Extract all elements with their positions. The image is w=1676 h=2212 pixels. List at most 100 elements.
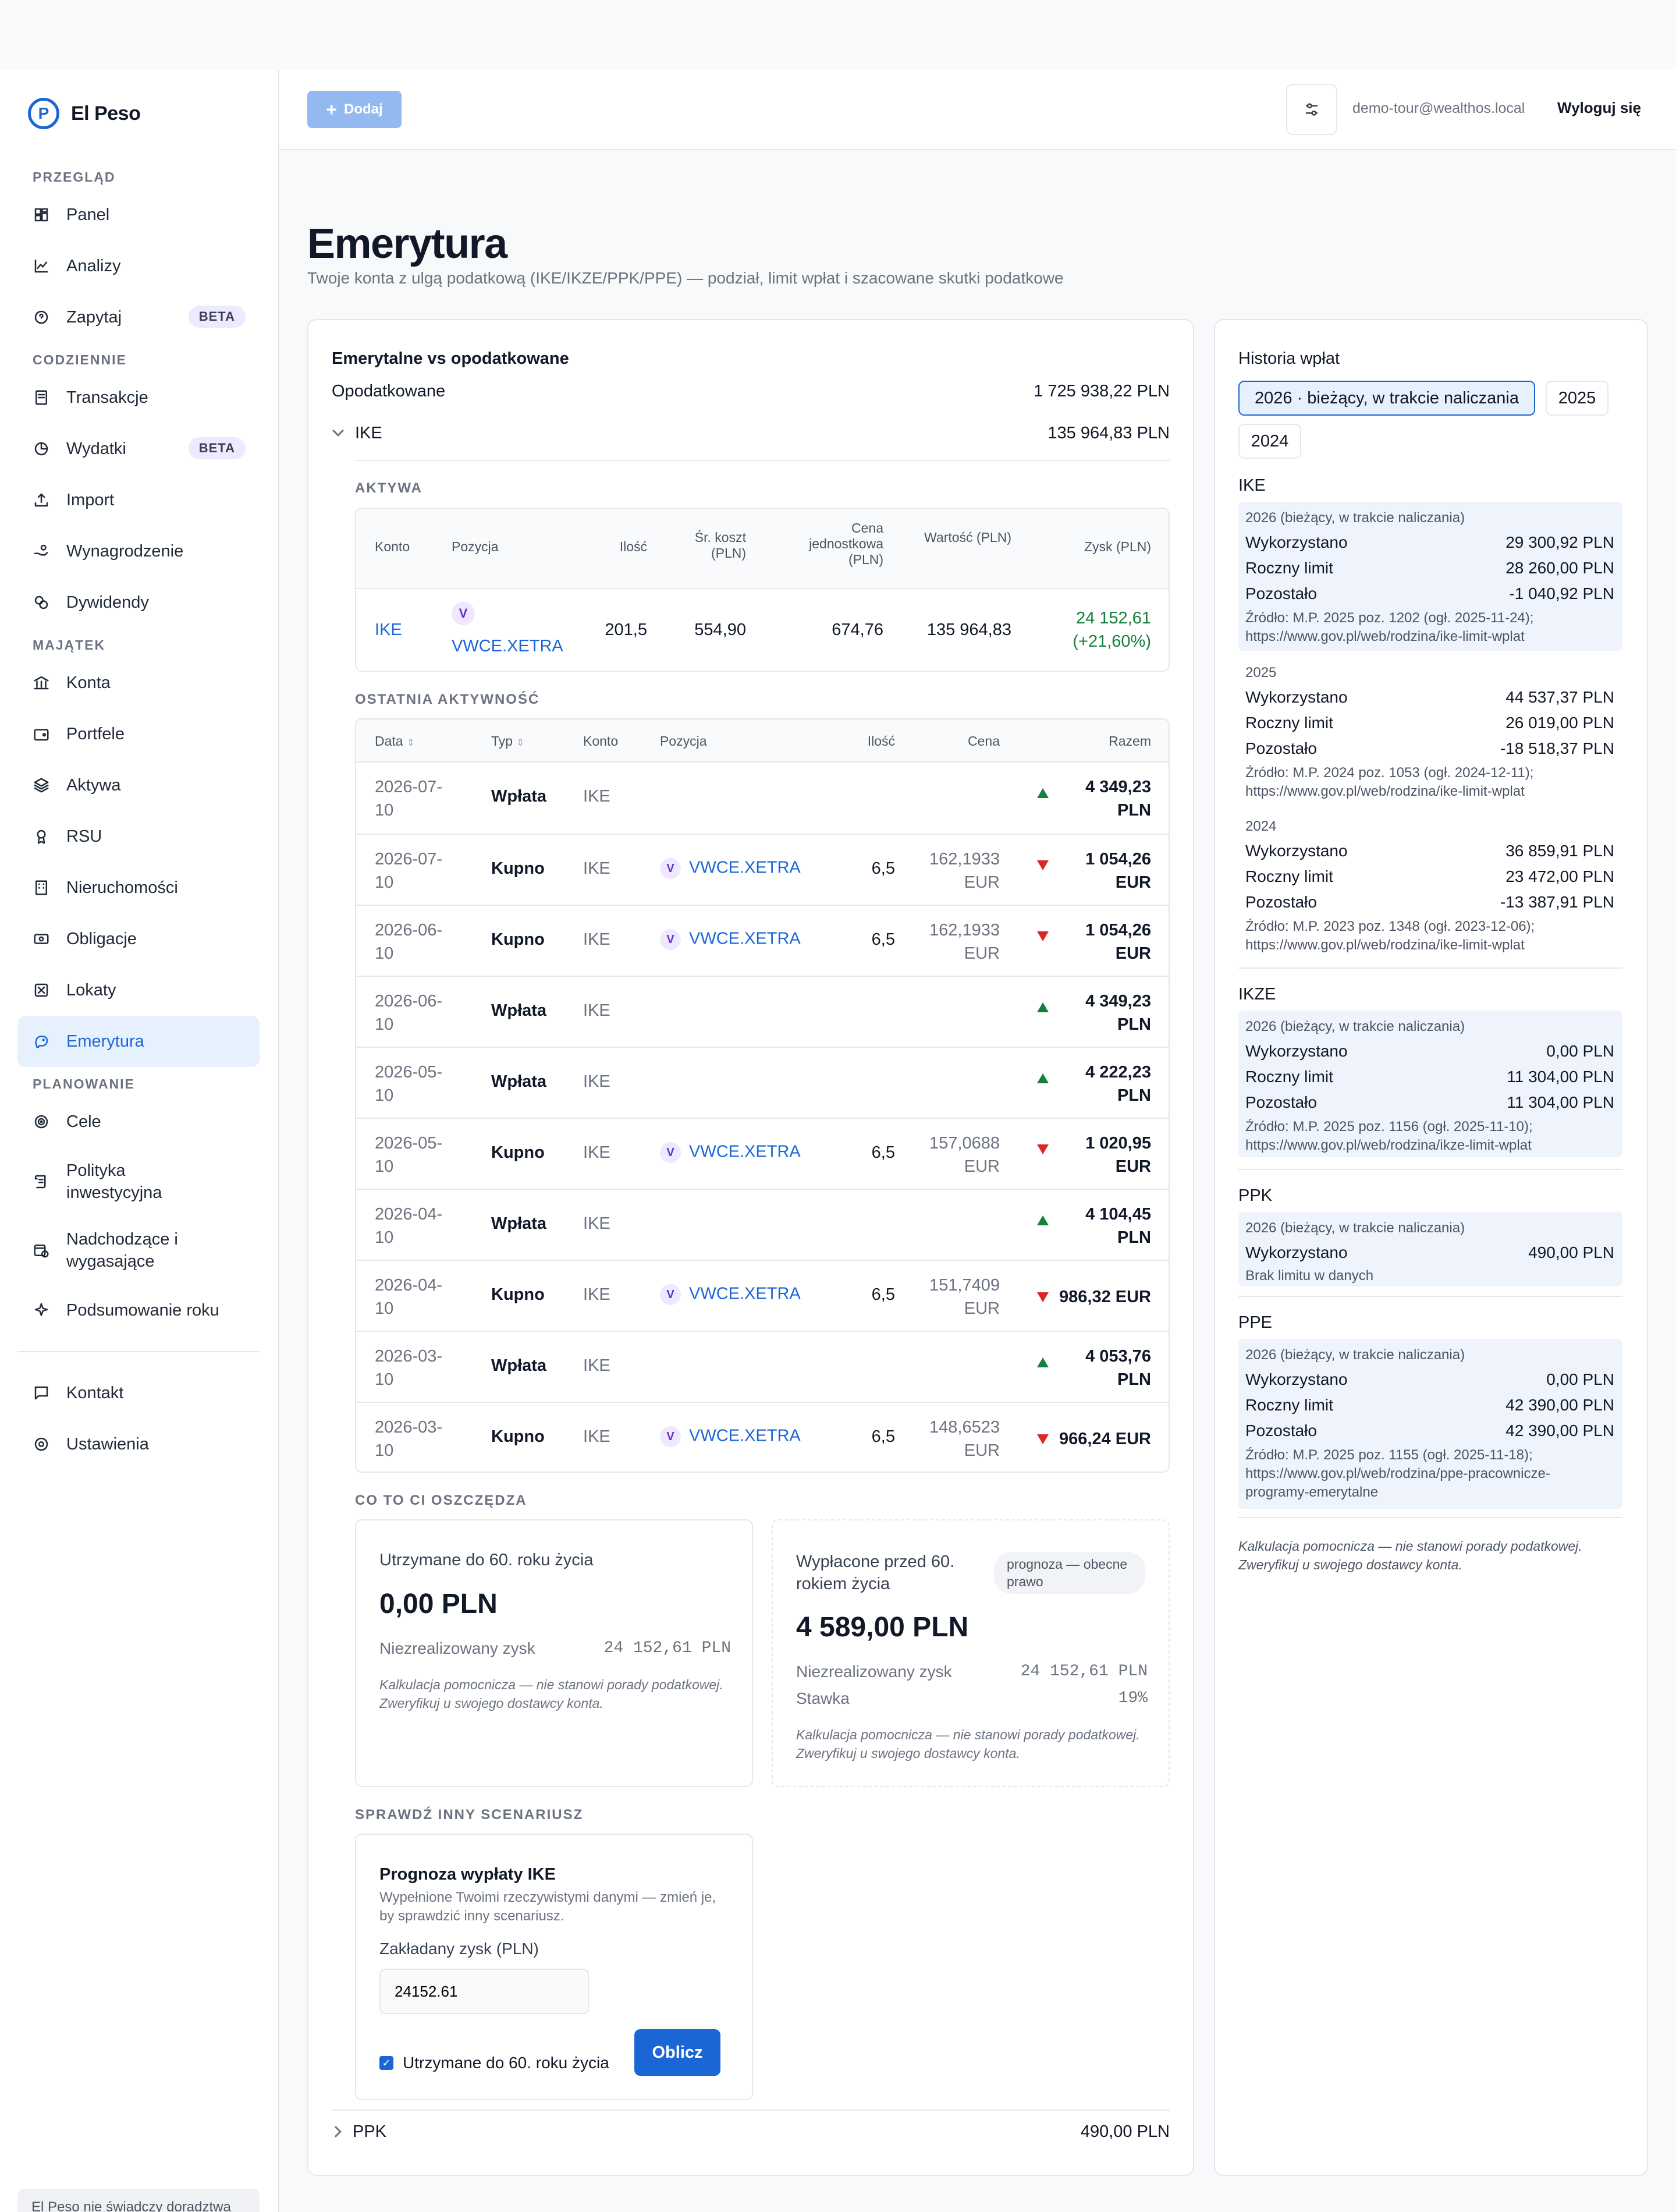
calculate-button[interactable]: Oblicz (634, 2029, 720, 2076)
ike-year: 2025 (1245, 665, 1277, 680)
sidebar-item-obligacje[interactable]: Obligacje (17, 913, 260, 965)
sidebar-item-portfele[interactable]: Portfele (17, 708, 260, 760)
logout-button[interactable]: Wyloguj się (1557, 99, 1641, 117)
divider (1238, 967, 1622, 969)
keep-until-60-checkbox-row[interactable]: ✓ Utrzymane do 60. roku życia (379, 2054, 609, 2072)
sidebar-item-rsu[interactable]: RSU (17, 811, 260, 862)
arrow-up-icon (1037, 1069, 1049, 1088)
tab-2024[interactable]: 2024 (1238, 424, 1301, 459)
ike-source-url[interactable]: https://www.gov.pl/web/rodzina/ike-limit… (1245, 937, 1525, 953)
ike-left-row: Pozostało -13 387,91 PLN (1245, 893, 1614, 912)
ppe-limit-row: Roczny limit 42 390,00 PLN (1245, 1396, 1614, 1415)
sidebar-item-lokaty[interactable]: Lokaty (17, 965, 260, 1016)
withdraw-rate-label: Stawka (796, 1689, 850, 1707)
sidebar-item-kontakt[interactable]: Kontakt (17, 1367, 260, 1419)
ike-used: 44 537,37 PLN (1505, 688, 1614, 706)
ppk-section-toggle[interactable]: PPK 490,00 PLN (330, 2122, 1170, 2142)
activity-date: 2026-03- 10 (375, 1418, 443, 1460)
sidebar-item-aktywa[interactable]: Aktywa (17, 760, 260, 811)
activity-position-link[interactable]: V VWCE.XETRA (660, 858, 801, 879)
sidebar-item-import[interactable]: Import (17, 474, 260, 526)
sidebar-item-podsumowanie-roku[interactable]: Podsumowanie roku (17, 1285, 260, 1336)
activity-total: 4 349,23 PLN (1085, 992, 1151, 1034)
activity-position-link[interactable]: V VWCE.XETRA (660, 1142, 801, 1163)
sidebar-item-transakcje[interactable]: Transakcje (17, 372, 260, 423)
ikze-year: 2026 (bieżący, w trakcie naliczania) (1245, 1019, 1465, 1034)
sidebar-item-wynagrodzenie[interactable]: Wynagrodzenie (17, 526, 260, 577)
sidebar-item-label: Nieruchomości (66, 878, 178, 897)
ppe-source-url[interactable]: https://www.gov.pl/web/rodzina/ppe-praco… (1245, 1466, 1550, 1482)
app-logo[interactable]: P El Peso (28, 98, 141, 129)
ike-limit: 28 260,00 PLN (1505, 559, 1614, 577)
sidebar-item-analizy[interactable]: Analizy (17, 240, 260, 292)
ike-section-toggle[interactable]: IKE 135 964,83 PLN (332, 424, 1170, 443)
tab-2026[interactable]: 2026 · bieżący, w trakcie naliczania (1238, 381, 1535, 416)
sidebar-item-polityka-inwestycyjna[interactable]: Polityka inwestycyjna (17, 1147, 260, 1216)
assets-header-profit: Zysk (PLN) (1054, 539, 1151, 555)
limit-label: Roczny limit (1245, 1068, 1333, 1086)
ike-source: Źródło: M.P. 2023 poz. 1348 (ogł. 2023-1… (1245, 919, 1535, 934)
divider (355, 460, 1170, 461)
sidebar-item-ustawienia[interactable]: Ustawienia (17, 1419, 260, 1470)
activity-position-link[interactable]: V VWCE.XETRA (660, 1284, 801, 1305)
left-label: Pozostało (1245, 1093, 1317, 1111)
divider (1238, 1169, 1622, 1170)
ike-left: -18 518,37 PLN (1500, 739, 1614, 757)
activity-header-date[interactable]: Data ⇕ (375, 733, 415, 749)
arrow-up-icon (1037, 784, 1049, 803)
ppe-source-url-cont[interactable]: programy-emerytalne (1245, 1484, 1378, 1501)
activity-date: 2026-06- 10 (375, 992, 443, 1034)
activity-total: 4 104,45 PLN (1085, 1205, 1151, 1247)
ike-limit: 23 472,00 PLN (1505, 867, 1614, 885)
activity-position-label: VWCE.XETRA (689, 1284, 801, 1303)
sidebar-item-zapytaj[interactable]: Zapytaj BETA (17, 292, 260, 343)
layers-icon (33, 777, 50, 794)
sidebar-item-label: Portfele (66, 724, 125, 743)
activity-price: 151,7409 EUR (929, 1276, 1000, 1318)
ike-source-url[interactable]: https://www.gov.pl/web/rodzina/ike-limit… (1245, 629, 1525, 645)
sliders-icon (1306, 103, 1318, 116)
asset-unit-price: 674,76 (832, 621, 883, 639)
asset-account-link[interactable]: IKE (375, 621, 402, 640)
history-ike-label: IKE (1238, 476, 1266, 495)
activity-position-link[interactable]: V VWCE.XETRA (660, 1426, 801, 1447)
page-subtitle: Twoje konta z ulgą podatkową (IKE/IKZE/P… (307, 269, 1064, 287)
withdraw-rate-value: 19% (1118, 1689, 1148, 1707)
activity-row: 2026-03- 10 Wpłata IKE 4 053,76 PLN (356, 1331, 1169, 1402)
divider (1238, 1296, 1622, 1297)
sidebar-item-emerytura[interactable]: Emerytura (17, 1016, 260, 1067)
sidebar-item-dywidendy[interactable]: Dywidendy (17, 577, 260, 628)
sidebar-item-panel[interactable]: Panel (17, 189, 260, 240)
sidebar-item-cele[interactable]: Cele (17, 1096, 260, 1147)
used-label: Wykorzystano (1245, 533, 1348, 551)
activity-account: IKE (583, 859, 610, 878)
ike-limit-row: Roczny limit 23 472,00 PLN (1245, 867, 1614, 886)
nav-section-label: CODZIENNIE (33, 352, 127, 367)
settings-sliders-button[interactable] (1286, 84, 1337, 135)
keep-card: Utrzymane do 60. roku życia 0,00 PLN Nie… (355, 1519, 753, 1787)
asset-position-link[interactable]: VWCE.XETRA (452, 637, 563, 656)
activity-position-link[interactable]: V VWCE.XETRA (660, 929, 801, 950)
add-button[interactable]: + Dodaj (307, 91, 402, 128)
ike-year-box: 2025 Wykorzystano 44 537,37 PLN Roczny li… (1238, 657, 1622, 806)
activity-account: IKE (583, 787, 610, 806)
sidebar-item-wydatki[interactable]: Wydatki BETA (17, 423, 260, 474)
sidebar-item-label: Lokaty (66, 980, 116, 999)
activity-header-type[interactable]: Typ ⇕ (491, 733, 524, 749)
left-label: Pozostało (1245, 584, 1317, 602)
limit-label: Roczny limit (1245, 1396, 1333, 1414)
activity-qty: 6,5 (871, 1143, 895, 1162)
activity-price: 162,1933 EUR (929, 850, 1000, 892)
tab-2025[interactable]: 2025 (1546, 381, 1608, 416)
ike-limit: 26 019,00 PLN (1505, 714, 1614, 732)
ikze-source-url[interactable]: https://www.gov.pl/web/rodzina/ikze-limi… (1245, 1137, 1532, 1154)
ike-source-url[interactable]: https://www.gov.pl/web/rodzina/ike-limit… (1245, 784, 1525, 800)
ikze-left: 11 304,00 PLN (1507, 1093, 1614, 1111)
sidebar-item-nieruchomosci[interactable]: Nieruchomości (17, 862, 260, 913)
expected-profit-input[interactable] (379, 1969, 589, 2014)
sidebar-item-nadchodzace-i-wygasajace[interactable]: Nadchodzące i wygasające (17, 1216, 260, 1285)
activity-type: Kupno (491, 1285, 545, 1304)
sidebar-item-konta[interactable]: Konta (17, 657, 260, 708)
ppk-note: Brak limitu w danych (1245, 1268, 1374, 1284)
keep-until-60-checkbox[interactable]: ✓ (379, 2056, 393, 2070)
